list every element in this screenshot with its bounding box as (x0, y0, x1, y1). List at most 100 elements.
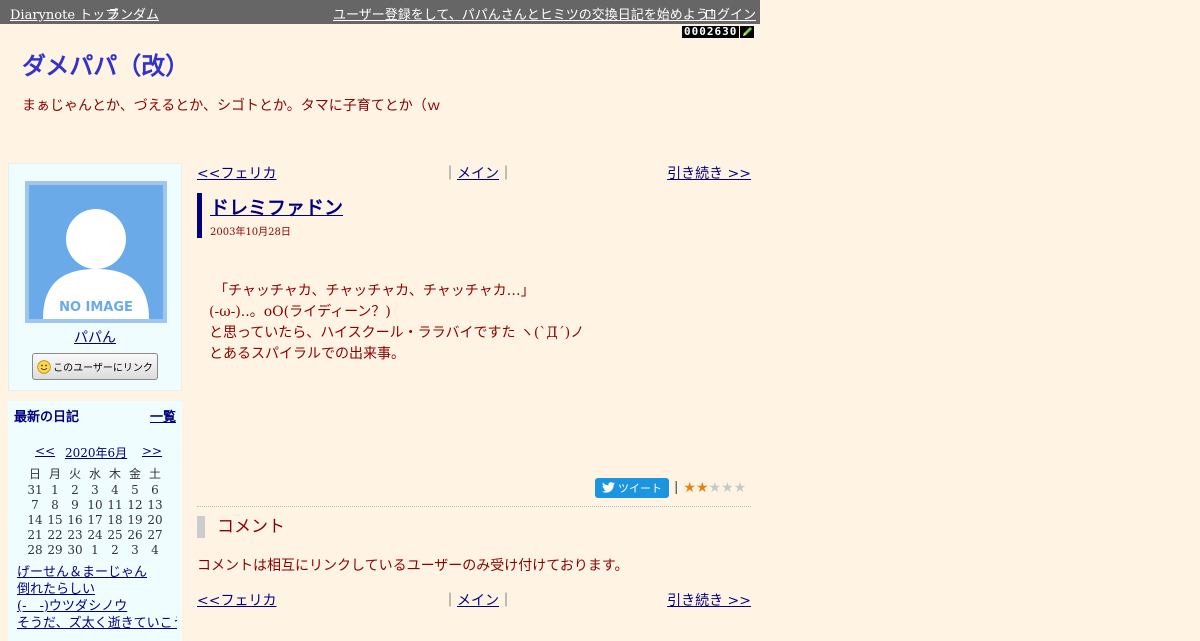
entry-line: とあるスパイラルでの出来事。 (209, 346, 405, 362)
weekday: 水 (88, 467, 101, 481)
prev-entry-link[interactable]: <<フェリカ (197, 163, 276, 183)
counter-digits: 0002630 (682, 25, 740, 38)
entry-date: 2003年10月28日 (210, 227, 291, 238)
calendar-day: 30 (67, 542, 83, 557)
tweet-button[interactable]: ツイート (595, 477, 669, 498)
calendar-day: 2 (111, 542, 119, 557)
next-entry-link[interactable]: 引き続き >> (667, 590, 751, 610)
divider (197, 506, 751, 507)
entry-nav-top: <<フェリカ ｜メイン｜ 引き続き >> (197, 163, 751, 183)
separator: | (674, 480, 679, 495)
calendar-day: 21 (27, 527, 43, 542)
entry-title-link[interactable]: ドレミファドン (210, 197, 343, 219)
calendar: 日 月 火 水 木 金 土 31 1 2 3 4 5 6 7 8 9 10 11… (25, 465, 165, 557)
calendar-day: 17 (87, 512, 103, 527)
entry-line: と思っていたら、ハイスクール・ララバイですた ヽ(`Д´)ノ (209, 325, 585, 341)
rating-stars[interactable]: ★ ★ ★ ★ ★ (683, 481, 746, 495)
star-filled-icon[interactable]: ★ (696, 481, 709, 495)
recent-all-link[interactable]: 一覧 (150, 406, 176, 425)
calendar-week-row: 21 22 23 24 25 26 27 (25, 527, 165, 542)
calendar-day: 1 (51, 482, 59, 497)
weekday: 日 (28, 467, 41, 481)
calendar-day: 9 (71, 497, 79, 512)
star-filled-icon[interactable]: ★ (683, 481, 696, 495)
calendar-week-row: 7 8 9 10 11 12 13 (25, 497, 165, 512)
calendar-day: 22 (47, 527, 63, 542)
entry-line: (-ω-)..。oO(ライディーン？) (209, 304, 391, 320)
avatar-label: NO IMAGE (59, 300, 133, 315)
main-nav-group: ｜メイン｜ (443, 593, 513, 609)
top-bar: Diarynote トップ ランダム ユーザー登録をして、パパんさんとヒミツの交… (0, 0, 760, 24)
recent-entry-link[interactable]: (-＿-)ウツダシノウ (17, 599, 127, 614)
twitter-bird-icon (602, 482, 615, 493)
entry-header: ドレミファドン 2003年10月28日 (197, 193, 343, 238)
calendar-next-link[interactable]: >> (142, 444, 162, 458)
recent-entry-link[interactable]: 倒れたらしい (17, 582, 95, 597)
list-item: (-＿-)ウツダシノウ (17, 598, 177, 615)
avatar[interactable]: NO IMAGE (25, 181, 167, 323)
share-row: ツイート | ★ ★ ★ ★ ★ (595, 477, 746, 498)
calendar-day: 5 (131, 482, 139, 497)
calendar-day: 23 (67, 527, 83, 542)
access-counter: 0002630 (682, 25, 755, 38)
weekday: 月 (48, 467, 61, 481)
prev-entry-link[interactable]: <<フェリカ (197, 590, 276, 610)
calendar-day: 2 (71, 482, 79, 497)
weekday: 土 (148, 467, 161, 481)
calendar-day: 20 (147, 512, 163, 527)
calendar-day: 14 (27, 512, 43, 527)
entry-title: ドレミファドン (210, 193, 343, 220)
calendar-day: 11 (107, 497, 123, 512)
calendar-prev-link[interactable]: << (35, 444, 55, 458)
diarynote-top-link[interactable]: Diarynote トップ (10, 4, 118, 23)
star-empty-icon[interactable]: ★ (721, 481, 734, 495)
calendar-day: 28 (27, 542, 43, 557)
profile-name-link[interactable]: パパん (74, 330, 116, 346)
calendar-day: 26 (127, 527, 143, 542)
tweet-label: ツイート (618, 481, 662, 495)
recent-entry-list: げーせん＆まーじゃん 倒れたらしい (-＿-)ウツダシノウ そうだ、ズ太く逝きて… (17, 564, 177, 632)
calendar-day: 3 (131, 542, 139, 557)
entry-body: 「チャッチャカ、チャッチャカ、チャッチャカ…」 (-ω-)..。oO(ライディー… (209, 281, 584, 365)
calendar-day: 27 (147, 527, 163, 542)
site-title: ダメパパ（改） (22, 52, 190, 80)
calendar-weekday-row: 日 月 火 水 木 金 土 (25, 465, 165, 482)
calendar-day: 19 (127, 512, 143, 527)
pencil-icon (740, 26, 755, 38)
recent-entry-link[interactable]: げーせん＆まーじゃん (17, 565, 147, 580)
recent-diary-title: 最新の日記 (14, 410, 80, 425)
comment-heading: コメント (197, 516, 285, 538)
link-user-button[interactable]: このユーザーにリンク (32, 353, 158, 380)
calendar-week-row: 28 29 30 1 2 3 4 (25, 542, 165, 557)
profile-name: パパん (9, 327, 181, 347)
calendar-day: 4 (151, 542, 159, 557)
calendar-day: 12 (127, 497, 143, 512)
link-user-label: このユーザーにリンク (53, 363, 153, 374)
calendar-day: 6 (151, 482, 159, 497)
calendar-day: 31 (27, 482, 43, 497)
weekday: 金 (128, 467, 141, 481)
calendar-day: 7 (31, 497, 39, 512)
recent-entry-link[interactable]: そうだ、ズ太く逝きていこう (17, 616, 177, 631)
weekday: 火 (68, 467, 81, 481)
calendar-week-row: 31 1 2 3 4 5 6 (25, 482, 165, 497)
calendar-day: 13 (147, 497, 163, 512)
signup-link[interactable]: ユーザー登録をして、パパんさんとヒミツの交換日記を始めよう！ (333, 4, 722, 23)
star-empty-icon[interactable]: ★ (734, 481, 747, 495)
main-link[interactable]: メイン (457, 166, 499, 182)
list-item: そうだ、ズ太く逝きていこう (17, 615, 177, 632)
main-link[interactable]: メイン (457, 593, 499, 609)
login-link[interactable]: ログイン (704, 4, 756, 23)
next-entry-link[interactable]: 引き続き >> (667, 163, 751, 183)
calendar-day: 29 (47, 542, 63, 557)
random-link[interactable]: ランダム (107, 4, 159, 23)
calendar-day: 15 (47, 512, 63, 527)
profile-box: NO IMAGE パパん このユーザーにリンク (8, 163, 182, 391)
entry-line: 「チャッチャカ、チャッチャカ、チャッチャカ…」 (214, 283, 535, 299)
calendar-day: 4 (111, 482, 119, 497)
star-empty-icon[interactable]: ★ (709, 481, 722, 495)
calendar-day: 8 (51, 497, 59, 512)
smiley-icon (37, 359, 51, 374)
weekday: 木 (108, 467, 121, 481)
calendar-month-link[interactable]: 2020年6月 (65, 444, 127, 461)
